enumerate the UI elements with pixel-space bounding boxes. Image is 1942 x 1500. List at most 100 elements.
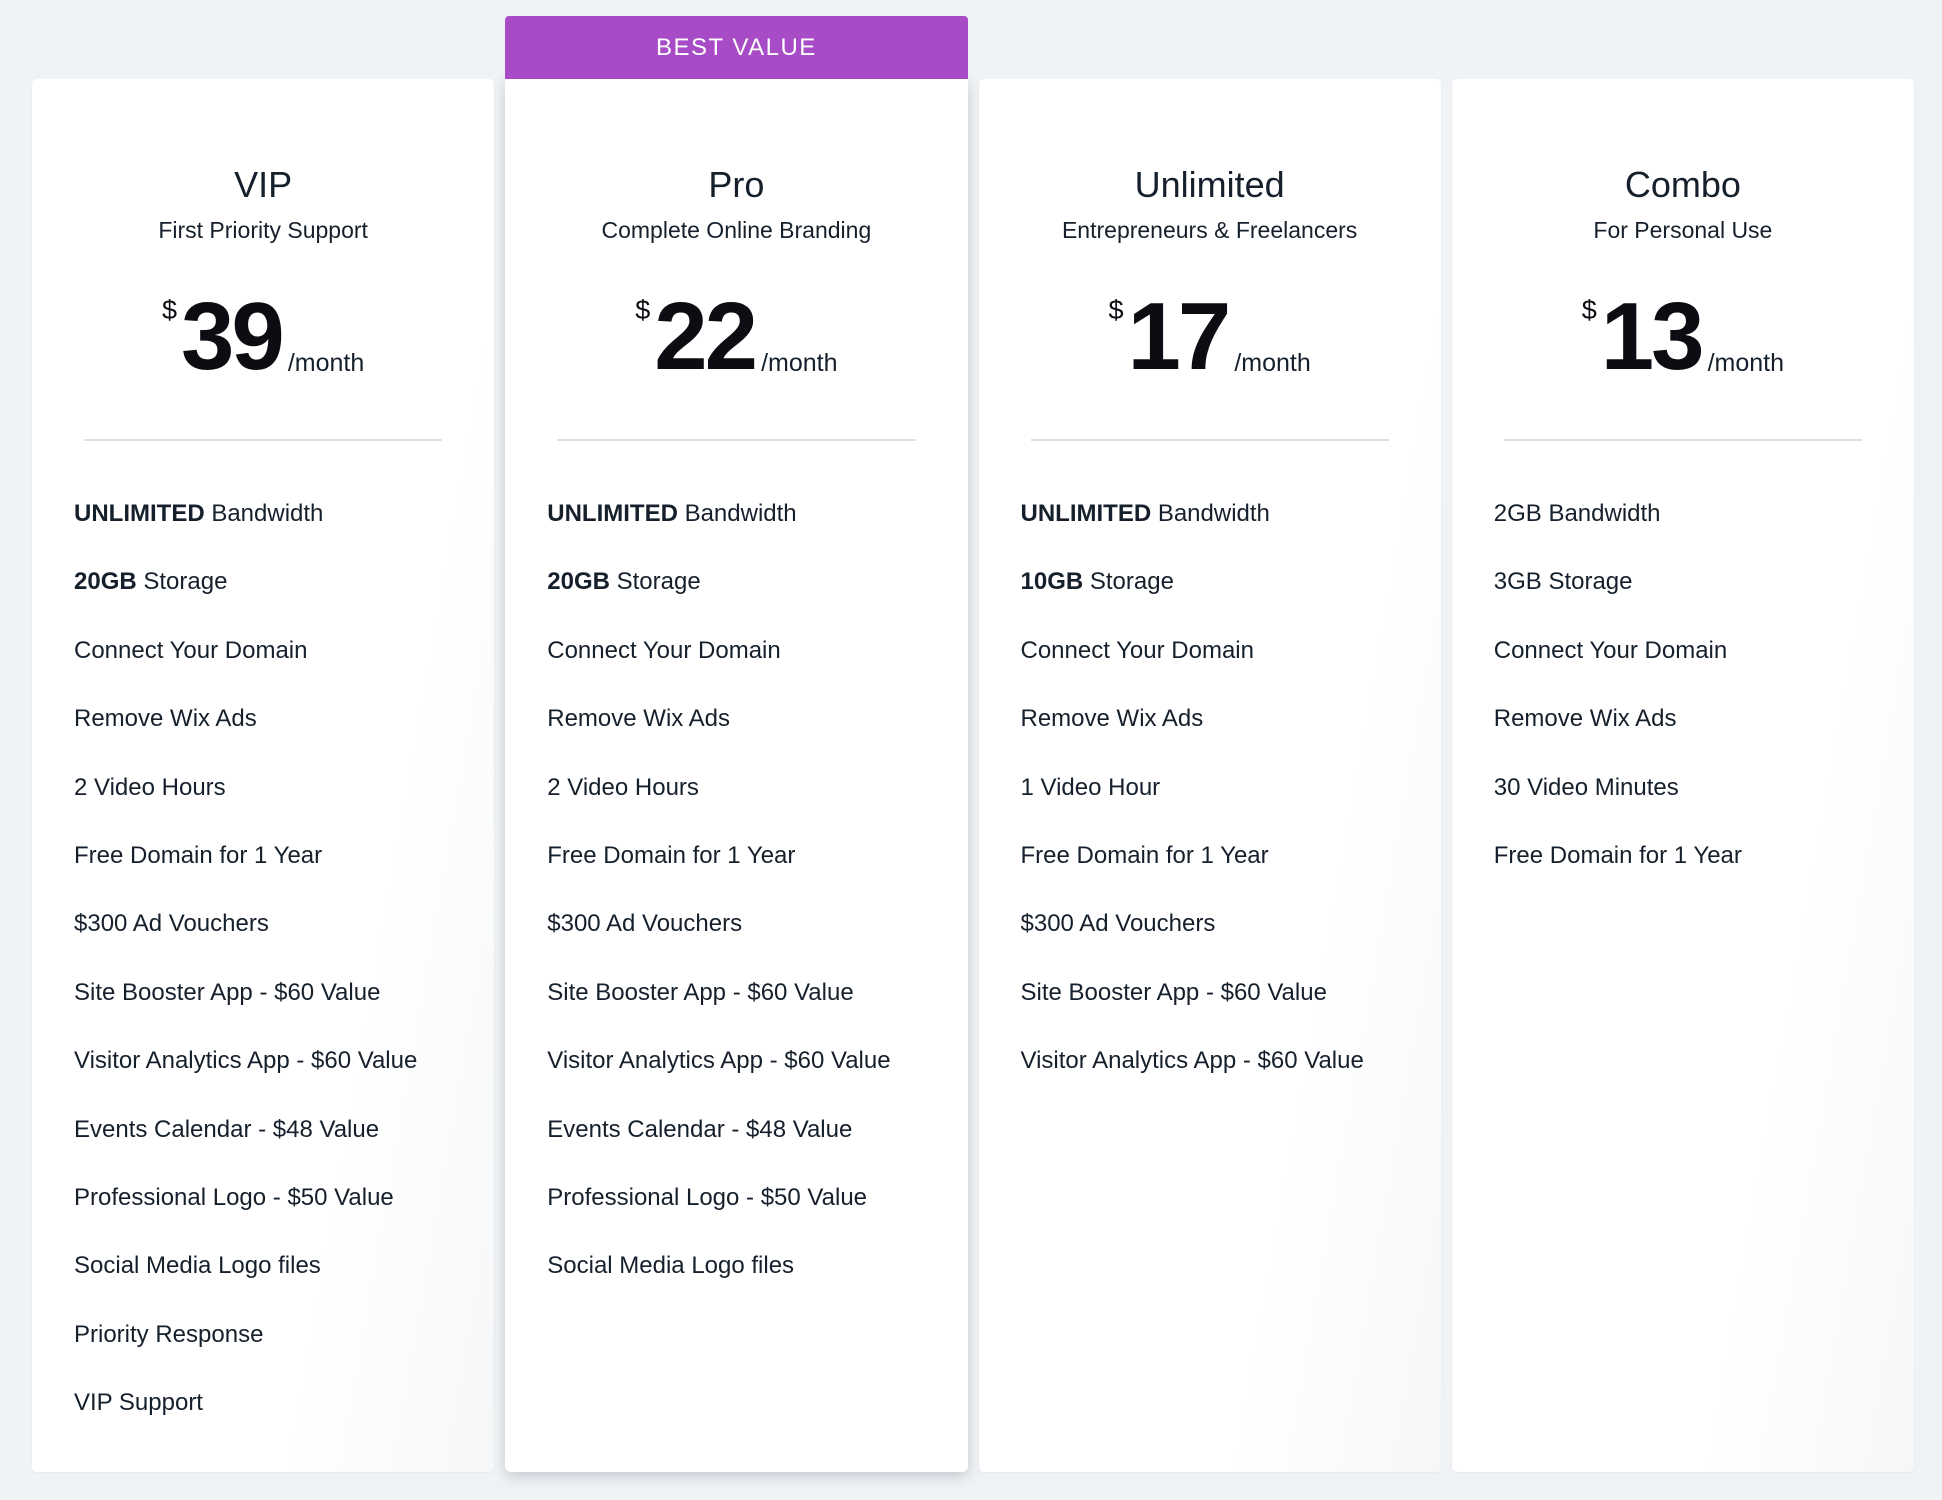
- feature-text: Bandwidth: [204, 500, 324, 527]
- divider: [1030, 439, 1389, 441]
- feature-item: $300 Ad Vouchers: [1021, 910, 1421, 978]
- feature-item: Priority Response: [74, 1321, 474, 1389]
- feature-text: VIP Support: [74, 1389, 203, 1417]
- feature-text: Connect Your Domain: [74, 636, 308, 664]
- feature-item: 20GB Storage: [547, 568, 947, 636]
- feature-item: UNLIMITED Bandwidth: [1021, 500, 1421, 568]
- feature-item: Remove Wix Ads: [1494, 705, 1894, 773]
- feature-item: Social Media Logo files: [74, 1252, 474, 1320]
- plan-card-vip[interactable]: VIP First Priority Support $ 39 /month U…: [32, 79, 495, 1472]
- feature-text: $300 Ad Vouchers: [547, 910, 743, 938]
- feature-text: Visitor Analytics App - $60 Value: [1020, 1047, 1364, 1075]
- plan-subtitle: First Priority Support: [158, 217, 368, 243]
- feature-item: Free Domain for 1 Year: [1021, 842, 1421, 910]
- feature-text: 3GB Storage: [1493, 568, 1633, 596]
- feature-list: 2GB Bandwidth 3GB Storage Connect Your Dom…: [1494, 500, 1894, 910]
- feature-list: UNLIMITED Bandwidth 20GB Storage Connect Y…: [547, 500, 947, 1321]
- feature-text: Priority Response: [74, 1320, 264, 1348]
- feature-item: Events Calendar - $48 Value: [547, 1116, 947, 1184]
- feature-list: UNLIMITED Bandwidth 20GB Storage Connect Y…: [74, 500, 474, 1457]
- feature-item: Remove Wix Ads: [74, 705, 474, 773]
- feature-text: Remove Wix Ads: [1493, 705, 1677, 733]
- currency-symbol: $: [635, 295, 651, 325]
- plan-subtitle: Complete Online Branding: [601, 217, 872, 243]
- price-period: /month: [761, 349, 838, 377]
- feature-text: Site Booster App - $60 Value: [74, 978, 381, 1006]
- price-period: /month: [287, 349, 365, 377]
- feature-text: Free Domain for 1 Year: [547, 841, 796, 869]
- feature-item: Professional Logo - $50 Value: [74, 1184, 474, 1252]
- feature-text: Storage: [1083, 568, 1174, 596]
- feature-item: Site Booster App - $60 Value: [1021, 979, 1421, 1047]
- price-amount: 13: [1600, 283, 1705, 390]
- feature-text: Visitor Analytics App - $60 Value: [547, 1047, 891, 1075]
- price-period: /month: [1234, 349, 1311, 377]
- divider: [557, 439, 916, 441]
- feature-item: 2GB Bandwidth: [1494, 500, 1894, 568]
- feature-item: Visitor Analytics App - $60 Value: [547, 1047, 947, 1115]
- plan-card-unlimited[interactable]: Unlimited Entrepreneurs & Freelancers $ …: [978, 79, 1441, 1472]
- price-amount: 22: [654, 283, 758, 390]
- divider: [84, 439, 443, 441]
- price-amount: 39: [181, 283, 285, 390]
- feature-text: Visitor Analytics App - $60 Value: [74, 1047, 418, 1075]
- plan-card-pro[interactable]: BEST VALUE Pro Complete Online Branding …: [505, 16, 968, 1472]
- feature-text: 2 Video Hours: [74, 773, 226, 801]
- feature-text: Free Domain for 1 Year: [74, 841, 323, 869]
- feature-item: Visitor Analytics App - $60 Value: [74, 1047, 474, 1115]
- feature-text: Remove Wix Ads: [74, 705, 257, 733]
- feature-item: $300 Ad Vouchers: [74, 910, 474, 978]
- feature-text: Site Booster App - $60 Value: [547, 978, 854, 1006]
- feature-item: Events Calendar - $48 Value: [74, 1116, 474, 1184]
- plan-card-combo[interactable]: Combo For Personal Use $ 13 /month 2GB B…: [1451, 79, 1914, 1472]
- best-value-badge: BEST VALUE: [505, 16, 968, 79]
- feature-text: Events Calendar - $48 Value: [547, 1115, 853, 1143]
- pricing-plans: VIP First Priority Support $ 39 /month U…: [32, 16, 1914, 1472]
- feature-item: Connect Your Domain: [1494, 637, 1894, 705]
- plan-price: $ 22 /month: [505, 289, 967, 389]
- feature-text: Remove Wix Ads: [547, 705, 730, 733]
- feature-text: Bandwidth: [677, 500, 797, 527]
- feature-item: 20GB Storage: [74, 568, 474, 636]
- plan-subtitle: Entrepreneurs & Freelancers: [1061, 217, 1358, 243]
- feature-item: 2 Video Hours: [74, 774, 474, 842]
- price-period: /month: [1707, 349, 1784, 377]
- price-amount: 17: [1127, 283, 1232, 390]
- currency-symbol: $: [1581, 295, 1597, 325]
- feature-item: 10GB Storage: [1021, 568, 1421, 636]
- feature-text: Remove Wix Ads: [1020, 705, 1204, 733]
- plan-subtitle: For Personal Use: [1593, 217, 1773, 243]
- feature-text: 1 Video Hour: [1020, 773, 1161, 801]
- feature-item: Connect Your Domain: [1021, 637, 1421, 705]
- feature-item: Free Domain for 1 Year: [74, 842, 474, 910]
- plan-price: $ 13 /month: [1452, 289, 1914, 389]
- currency-symbol: $: [1108, 295, 1124, 325]
- feature-text: Connect Your Domain: [1493, 636, 1728, 664]
- feature-item: Connect Your Domain: [74, 637, 474, 705]
- feature-text: Social Media Logo files: [547, 1252, 795, 1280]
- feature-text: Free Domain for 1 Year: [1020, 841, 1269, 869]
- feature-item: Visitor Analytics App - $60 Value: [1021, 1047, 1421, 1115]
- feature-item: Site Booster App - $60 Value: [547, 979, 947, 1047]
- feature-text: Bandwidth: [1151, 500, 1270, 527]
- plan-title: Combo: [1624, 164, 1741, 205]
- feature-item: Connect Your Domain: [547, 637, 947, 705]
- feature-item: Professional Logo - $50 Value: [547, 1184, 947, 1252]
- feature-item: VIP Support: [74, 1389, 474, 1457]
- feature-item: 3GB Storage: [1494, 568, 1894, 636]
- feature-text: Site Booster App - $60 Value: [1020, 978, 1327, 1006]
- feature-item: Social Media Logo files: [547, 1252, 947, 1320]
- feature-item: 30 Video Minutes: [1494, 774, 1894, 842]
- plan-title: Unlimited: [1134, 164, 1285, 205]
- feature-item: Remove Wix Ads: [547, 705, 947, 773]
- feature-item: $300 Ad Vouchers: [547, 910, 947, 978]
- divider: [1503, 439, 1862, 441]
- feature-text: Professional Logo - $50 Value: [547, 1183, 868, 1211]
- feature-item: UNLIMITED Bandwidth: [547, 500, 947, 568]
- feature-text: Storage: [136, 568, 228, 596]
- currency-symbol: $: [162, 295, 178, 325]
- feature-highlight: 20GB: [74, 568, 137, 596]
- plan-price: $ 17 /month: [979, 289, 1441, 389]
- feature-text: Social Media Logo files: [74, 1252, 321, 1280]
- feature-list: UNLIMITED Bandwidth 10GB Storage Connect Y…: [1021, 500, 1421, 1116]
